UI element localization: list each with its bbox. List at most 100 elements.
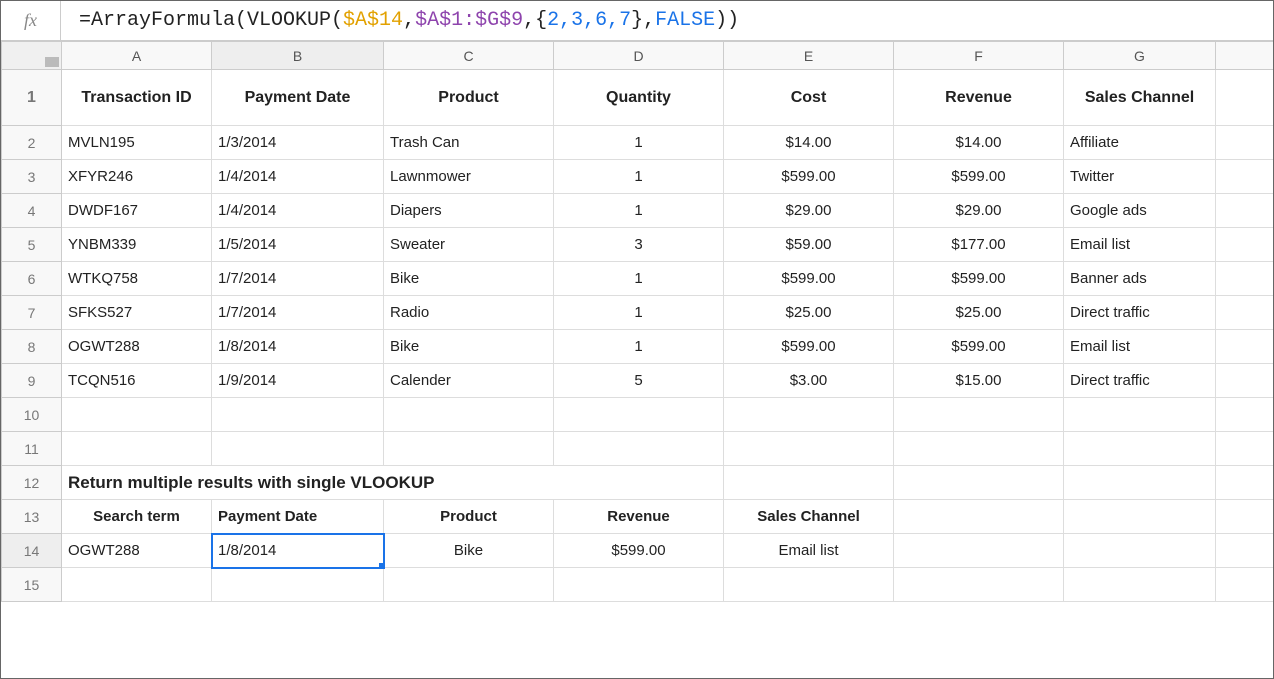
- lhdr-search-term[interactable]: Search term: [62, 500, 212, 534]
- fx-icon[interactable]: fx: [1, 1, 61, 40]
- col-header-E[interactable]: E: [724, 42, 894, 70]
- cell[interactable]: Calender: [384, 364, 554, 398]
- cell-blank[interactable]: [1216, 228, 1274, 262]
- row-header-6[interactable]: 6: [2, 262, 62, 296]
- cell[interactable]: $29.00: [894, 194, 1064, 228]
- cell[interactable]: Email list: [1064, 228, 1216, 262]
- cell[interactable]: 1/8/2014: [212, 330, 384, 364]
- cell[interactable]: 1: [554, 296, 724, 330]
- grid-area[interactable]: A B C D E F G 1 Transaction ID Payment D…: [1, 41, 1273, 678]
- cell[interactable]: [724, 568, 894, 602]
- cell[interactable]: Banner ads: [1064, 262, 1216, 296]
- cell[interactable]: $599.00: [894, 330, 1064, 364]
- cell[interactable]: $599.00: [724, 330, 894, 364]
- cell[interactable]: [212, 432, 384, 466]
- row-header-8[interactable]: 8: [2, 330, 62, 364]
- cell[interactable]: Direct traffic: [1064, 364, 1216, 398]
- cell[interactable]: 1/9/2014: [212, 364, 384, 398]
- row-header-15[interactable]: 15: [2, 568, 62, 602]
- cell[interactable]: Bike: [384, 534, 554, 568]
- cell[interactable]: [894, 534, 1064, 568]
- cell[interactable]: [1064, 466, 1216, 500]
- cell[interactable]: [1064, 500, 1216, 534]
- cell-blank[interactable]: [1216, 126, 1274, 160]
- cell[interactable]: [894, 432, 1064, 466]
- cell[interactable]: [1064, 534, 1216, 568]
- cell[interactable]: 1: [554, 262, 724, 296]
- cell-blank[interactable]: [1216, 432, 1274, 466]
- cell[interactable]: YNBM339: [62, 228, 212, 262]
- cell[interactable]: 1/3/2014: [212, 126, 384, 160]
- cell[interactable]: DWDF167: [62, 194, 212, 228]
- cell-blank[interactable]: [1216, 500, 1274, 534]
- row-header-7[interactable]: 7: [2, 296, 62, 330]
- cell[interactable]: [554, 568, 724, 602]
- row-header-12[interactable]: 12: [2, 466, 62, 500]
- cell[interactable]: [894, 500, 1064, 534]
- cell[interactable]: [1064, 568, 1216, 602]
- cell[interactable]: [62, 398, 212, 432]
- cell[interactable]: $29.00: [724, 194, 894, 228]
- cell[interactable]: SFKS527: [62, 296, 212, 330]
- col-header-B[interactable]: B: [212, 42, 384, 70]
- col-header-G[interactable]: G: [1064, 42, 1216, 70]
- cell[interactable]: [724, 466, 894, 500]
- cell[interactable]: 1/7/2014: [212, 296, 384, 330]
- cell[interactable]: TCQN516: [62, 364, 212, 398]
- cell[interactable]: 1: [554, 160, 724, 194]
- hdr-payment-date[interactable]: Payment Date: [212, 70, 384, 126]
- cell-blank[interactable]: [1216, 398, 1274, 432]
- row-header-4[interactable]: 4: [2, 194, 62, 228]
- row-header-9[interactable]: 9: [2, 364, 62, 398]
- cell[interactable]: 1: [554, 194, 724, 228]
- cell[interactable]: $3.00: [724, 364, 894, 398]
- cell[interactable]: Diapers: [384, 194, 554, 228]
- lhdr-sales-channel[interactable]: Sales Channel: [724, 500, 894, 534]
- cell[interactable]: $599.00: [894, 160, 1064, 194]
- select-all-corner[interactable]: [2, 42, 62, 70]
- cell[interactable]: 1/7/2014: [212, 262, 384, 296]
- cell[interactable]: $59.00: [724, 228, 894, 262]
- hdr-cost[interactable]: Cost: [724, 70, 894, 126]
- cell[interactable]: [894, 398, 1064, 432]
- col-header-blank[interactable]: [1216, 42, 1274, 70]
- cell[interactable]: $177.00: [894, 228, 1064, 262]
- cell[interactable]: Trash Can: [384, 126, 554, 160]
- cell[interactable]: $25.00: [724, 296, 894, 330]
- cell[interactable]: $599.00: [724, 160, 894, 194]
- cell-blank[interactable]: [1216, 70, 1274, 126]
- row-header-10[interactable]: 10: [2, 398, 62, 432]
- cell[interactable]: Email list: [724, 534, 894, 568]
- cell[interactable]: WTKQ758: [62, 262, 212, 296]
- cell[interactable]: Bike: [384, 262, 554, 296]
- cell[interactable]: Affiliate: [1064, 126, 1216, 160]
- cell[interactable]: 1/4/2014: [212, 194, 384, 228]
- row-header-5[interactable]: 5: [2, 228, 62, 262]
- cell[interactable]: [62, 568, 212, 602]
- lhdr-product[interactable]: Product: [384, 500, 554, 534]
- cell[interactable]: [212, 398, 384, 432]
- cell[interactable]: 1: [554, 126, 724, 160]
- cell[interactable]: Email list: [1064, 330, 1216, 364]
- cell[interactable]: [1064, 432, 1216, 466]
- cell[interactable]: OGWT288: [62, 330, 212, 364]
- cell[interactable]: $599.00: [724, 262, 894, 296]
- cell[interactable]: MVLN195: [62, 126, 212, 160]
- cell[interactable]: [1064, 398, 1216, 432]
- row-header-14[interactable]: 14: [2, 534, 62, 568]
- cell[interactable]: [724, 398, 894, 432]
- row-header-13[interactable]: 13: [2, 500, 62, 534]
- cell-blank[interactable]: [1216, 262, 1274, 296]
- col-header-F[interactable]: F: [894, 42, 1064, 70]
- cell[interactable]: [212, 568, 384, 602]
- cell-search-term[interactable]: OGWT288: [62, 534, 212, 568]
- section-title[interactable]: Return multiple results with single VLOO…: [62, 466, 724, 500]
- hdr-revenue[interactable]: Revenue: [894, 70, 1064, 126]
- cell[interactable]: XFYR246: [62, 160, 212, 194]
- cell-blank[interactable]: [1216, 296, 1274, 330]
- cell[interactable]: $25.00: [894, 296, 1064, 330]
- row-header-2[interactable]: 2: [2, 126, 62, 160]
- cell-blank[interactable]: [1216, 364, 1274, 398]
- cell[interactable]: 1/4/2014: [212, 160, 384, 194]
- cell[interactable]: 1: [554, 330, 724, 364]
